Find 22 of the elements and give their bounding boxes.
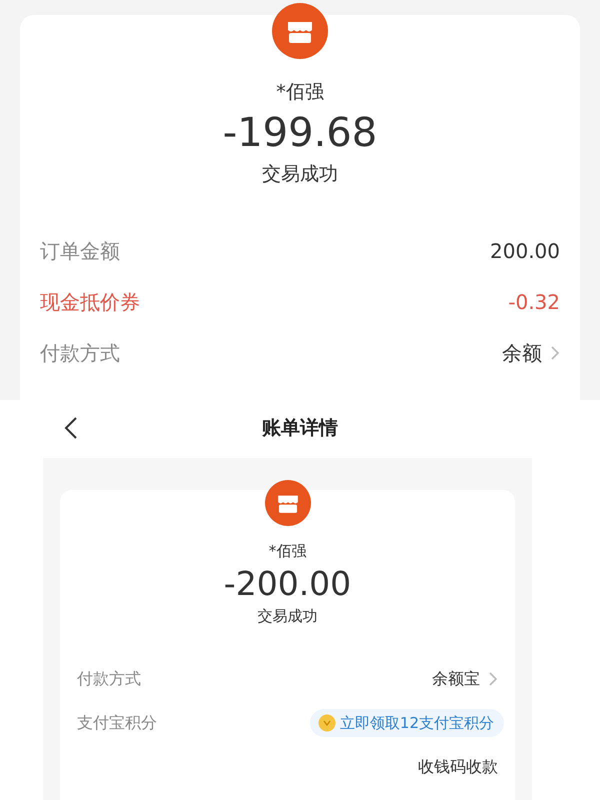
amount: -199.68 (222, 109, 378, 157)
points-button[interactable]: 立即领取12支付宝积分 (310, 708, 504, 738)
row-value: 收钱码收款 (418, 756, 498, 778)
row-value: -0.32 (508, 288, 560, 316)
status-text: 交易成功 (258, 606, 318, 627)
chevron-icon (550, 344, 560, 360)
amount: -200.00 (224, 564, 352, 604)
merchant-name: *佰强 (276, 80, 324, 105)
payment-method-link[interactable]: 余额宝 (432, 667, 498, 691)
chevron-icon (488, 671, 498, 687)
row-label: 付款方式 (77, 668, 141, 690)
row-label: 现金抵价券 (40, 288, 140, 316)
row-label: 订单金额 (40, 238, 120, 264)
payment-method-link[interactable]: 余额 (502, 338, 560, 368)
coin-icon (318, 714, 336, 732)
row-label: 付款方式 (40, 340, 120, 366)
back-icon[interactable] (64, 417, 78, 439)
status-text: 交易成功 (262, 162, 338, 187)
row-label: 支付宝积分 (77, 712, 157, 734)
merchant-name: *佰强 (268, 541, 306, 562)
page-title: 账单详情 (262, 416, 338, 441)
row-value: 200.00 (490, 238, 560, 264)
